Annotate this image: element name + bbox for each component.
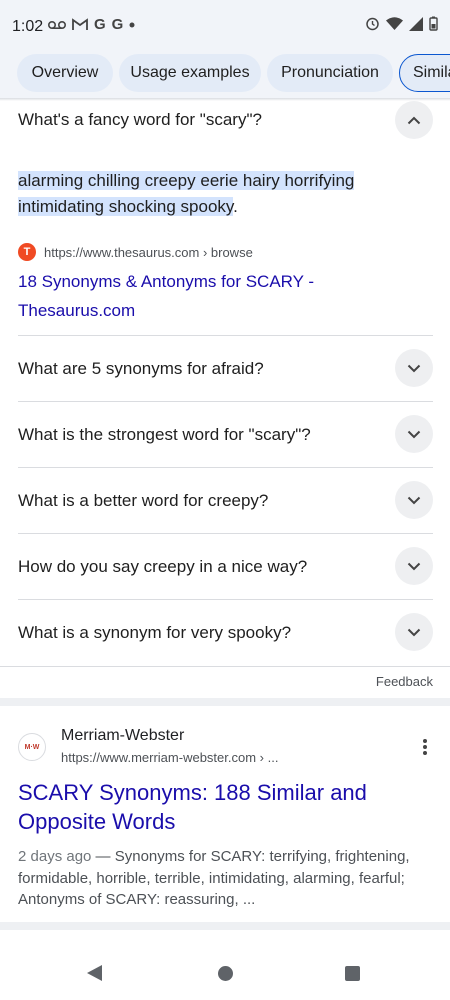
source-url[interactable]: https://www.thesaurus.com › browse xyxy=(44,245,253,260)
expand-button[interactable] xyxy=(395,481,433,519)
tab-overview[interactable]: Overview xyxy=(17,54,113,92)
chevron-up-icon xyxy=(407,116,421,124)
system-icons xyxy=(365,16,438,31)
result-snippet: 2 days ago — Synonyms for SCARY: terrify… xyxy=(18,846,438,911)
answer-source: T https://www.thesaurus.com › browse xyxy=(18,243,253,261)
faq-question[interactable]: What is a synonym for very spooky? xyxy=(18,623,291,643)
battery-icon xyxy=(429,16,438,31)
tab-pronunciation[interactable]: Pronunciation xyxy=(267,54,393,92)
gmail-icon xyxy=(72,18,88,30)
faq-question[interactable]: How do you say creepy in a nice way? xyxy=(18,557,307,577)
faq-item[interactable]: How do you say creepy in a nice way? xyxy=(0,533,450,599)
divider xyxy=(18,467,433,468)
faq-answer: alarming chilling creepy eerie hairy hor… xyxy=(18,168,418,220)
collapse-button[interactable] xyxy=(395,101,433,139)
faq-question[interactable]: What is the strongest word for "scary"? xyxy=(18,425,311,445)
google-icon: G xyxy=(111,16,124,33)
chevron-down-icon xyxy=(407,562,421,570)
result-site-name[interactable]: Merriam-Webster xyxy=(61,727,184,745)
tab-usage-examples[interactable]: Usage examples xyxy=(119,54,261,92)
thesaurus-logo-icon: T xyxy=(18,243,36,261)
system-nav-bar xyxy=(0,940,450,1000)
back-icon[interactable] xyxy=(86,964,103,982)
result-date: 2 days ago xyxy=(18,848,92,865)
answer-highlight-line2: intimidating shocking spooky xyxy=(18,197,234,216)
divider xyxy=(18,401,433,402)
result-title-link[interactable]: SCARY Synonyms: 188 Similar and Opposite… xyxy=(18,778,398,836)
signal-icon xyxy=(409,16,423,31)
expand-button[interactable] xyxy=(395,349,433,387)
home-icon[interactable] xyxy=(218,966,233,981)
expand-button[interactable] xyxy=(395,547,433,585)
faq-item[interactable]: What is a better word for creepy? xyxy=(0,467,450,533)
chevron-down-icon xyxy=(407,496,421,504)
answer-highlight-line1: alarming chilling creepy eerie hairy hor… xyxy=(18,171,355,190)
answer-tail: . xyxy=(233,197,238,216)
tab-similar[interactable]: Simila xyxy=(399,54,450,92)
alarm-icon xyxy=(366,17,379,31)
faq-item[interactable]: What is the strongest word for "scary"? xyxy=(0,401,450,467)
divider xyxy=(18,533,433,534)
divider xyxy=(0,666,450,667)
status-bar: 1:02 G G xyxy=(0,0,450,50)
notification-icons: G G xyxy=(48,16,135,33)
result-url[interactable]: https://www.merriam-webster.com › ... xyxy=(61,750,278,765)
merriam-webster-logo-icon: M·W xyxy=(18,733,46,761)
dot-icon xyxy=(129,22,135,27)
faq-question[interactable]: What is a better word for creepy? xyxy=(18,491,268,511)
faq-item[interactable]: What are 5 synonyms for afraid? xyxy=(0,335,450,401)
section-separator xyxy=(0,698,450,706)
status-time: 1:02 xyxy=(12,18,44,35)
faq-question-expanded[interactable]: What's a fancy word for "scary"? xyxy=(18,110,262,130)
expand-button[interactable] xyxy=(395,613,433,651)
google-icon: G xyxy=(94,16,106,33)
faq-item[interactable]: What is a synonym for very spooky? xyxy=(0,599,450,665)
more-options-button[interactable] xyxy=(417,736,433,758)
divider xyxy=(18,599,433,600)
header-shadow xyxy=(0,98,450,101)
faq-question[interactable]: What are 5 synonyms for afraid? xyxy=(18,359,264,379)
result-tabs: Overview Usage examples Pronunciation Si… xyxy=(0,50,450,98)
feedback-link[interactable]: Feedback xyxy=(376,674,433,689)
source-title-link[interactable]: 18 Synonyms & Antonyms for SCARY - Thesa… xyxy=(18,267,328,325)
chevron-down-icon xyxy=(407,430,421,438)
section-separator xyxy=(0,922,450,930)
divider xyxy=(18,335,433,336)
chevron-down-icon xyxy=(407,364,421,372)
chevron-down-icon xyxy=(407,628,421,636)
more-vert-icon xyxy=(423,739,427,743)
wifi-icon xyxy=(386,17,403,30)
recents-icon[interactable] xyxy=(345,966,360,981)
expand-button[interactable] xyxy=(395,415,433,453)
voicemail-icon xyxy=(48,20,66,29)
